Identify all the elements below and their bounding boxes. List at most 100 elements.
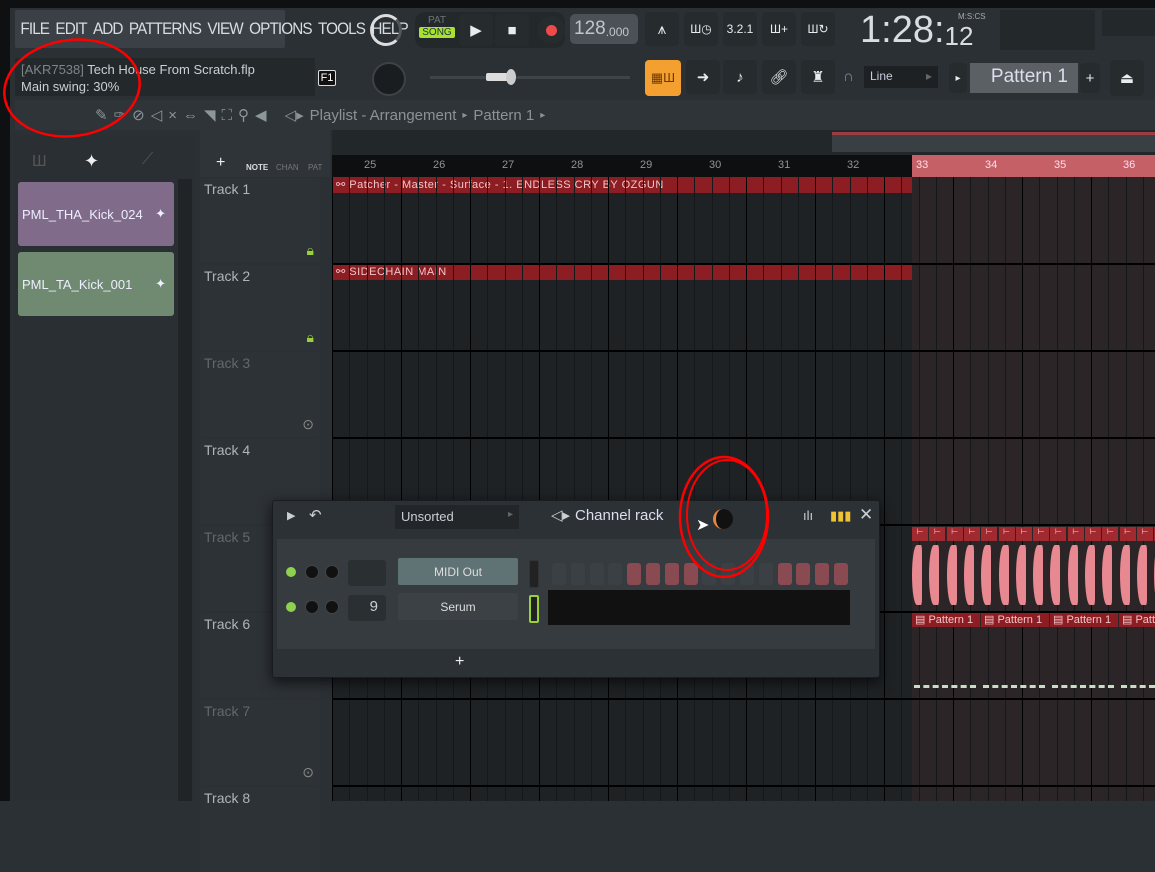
swing-knob[interactable]: [713, 509, 733, 529]
pattern-prev-button[interactable]: ▸: [949, 63, 967, 93]
audio-clip[interactable]: ⊢: [963, 527, 980, 541]
channel-select[interactable]: [529, 560, 539, 588]
pattern-clip[interactable]: ▤ Pattern 1: [912, 613, 980, 627]
playlist-grid[interactable]: ⚯ Patcher - Master - Surface - 1. ENDLES…: [332, 177, 1155, 801]
audio-clip[interactable]: ⊢: [1067, 527, 1084, 541]
mixer-track-number[interactable]: 9: [348, 595, 386, 621]
stop-button[interactable]: ■: [495, 14, 529, 46]
step-button[interactable]: [664, 563, 679, 585]
channel-volume-knob[interactable]: [305, 565, 319, 579]
overview-scrollbar[interactable]: [332, 130, 1155, 155]
audio-clip[interactable]: ⊢: [929, 527, 946, 541]
tempo-display[interactable]: 128.000: [570, 14, 638, 44]
graph-editor-icon[interactable]: ılı: [803, 508, 813, 523]
step-button[interactable]: [552, 563, 566, 585]
channel-mute-led[interactable]: [286, 567, 296, 577]
multilink-knob-button[interactable]: ♜: [801, 60, 835, 94]
track-header[interactable]: Track 3 ⊙: [200, 352, 320, 437]
add-track-button[interactable]: +: [216, 154, 225, 172]
menu-options[interactable]: OPTIONS: [249, 19, 312, 39]
audio-clip[interactable]: ⊢: [1085, 527, 1101, 541]
menu-patterns[interactable]: PATTERNS: [129, 19, 202, 39]
track-header[interactable]: Track 1 🔒︎: [200, 178, 320, 263]
playlist-view-button[interactable]: ⏏: [1110, 60, 1144, 96]
channel-select[interactable]: [529, 595, 539, 623]
channel-mute-led[interactable]: [286, 602, 296, 612]
typing-keyboard-button[interactable]: ♪: [723, 60, 757, 94]
track-header[interactable]: Track 7 ⊙: [200, 700, 320, 785]
automation-tab-icon[interactable]: ⟋: [142, 151, 153, 169]
master-volume-knob[interactable]: [370, 14, 402, 46]
audio-clip[interactable]: ⊢: [1136, 527, 1153, 541]
step-button[interactable]: [815, 563, 830, 585]
picker-scrollbar[interactable]: [178, 179, 192, 801]
channel-button[interactable]: Serum: [398, 593, 518, 620]
pattern-tab-icon[interactable]: Ш: [32, 153, 47, 171]
tool-icons[interactable]: ✎✑⊘◁×⇔◥⛶⚲◀: [95, 106, 273, 124]
sample-clip[interactable]: PML_TA_Kick_001 ✦: [18, 252, 174, 316]
breadcrumb-pattern[interactable]: Pattern 1: [473, 107, 534, 124]
f1-help-button[interactable]: F1: [318, 70, 336, 86]
close-icon[interactable]: ✕: [859, 505, 873, 525]
undo-icon[interactable]: ↶: [309, 506, 322, 524]
play-button[interactable]: ▶: [459, 14, 493, 46]
master-pitch-slider[interactable]: [430, 69, 630, 85]
menu-add[interactable]: ADD: [93, 19, 124, 39]
step-button[interactable]: [758, 563, 773, 585]
playlist-mode-button[interactable]: ▦Ш: [645, 60, 681, 96]
step-button[interactable]: [721, 563, 736, 585]
pat-song-toggle[interactable]: PAT SONG: [419, 15, 455, 45]
pattern-select[interactable]: Pattern 1: [970, 63, 1078, 93]
add-channel-button[interactable]: +: [455, 653, 464, 671]
channel-volume-knob[interactable]: [305, 600, 319, 614]
audio-clip[interactable]: ⊢: [1119, 527, 1136, 541]
audio-clip[interactable]: ⊢: [1015, 527, 1032, 541]
step-button[interactable]: [777, 563, 792, 585]
audio-clip[interactable]: ⊢: [1102, 527, 1119, 541]
audio-clip[interactable]: ⊢: [946, 527, 963, 541]
step-button[interactable]: [608, 563, 623, 585]
sample-clip[interactable]: PML_THA_Kick_024 ✦: [18, 182, 174, 246]
add-pattern-button[interactable]: +: [1080, 63, 1100, 93]
menu-tools[interactable]: TOOLS: [318, 19, 366, 39]
tab-pat[interactable]: PAT: [308, 163, 322, 172]
audio-clip[interactable]: ⊢: [912, 527, 928, 541]
pattern-clip[interactable]: ▤ Pattern 1: [981, 613, 1049, 627]
menu-view[interactable]: VIEW: [207, 19, 243, 39]
step-button[interactable]: [740, 563, 754, 585]
step-button[interactable]: [702, 563, 717, 585]
channel-button[interactable]: MIDI Out: [398, 558, 518, 585]
pattern-clip[interactable]: ▤ Pattern 1: [1119, 613, 1155, 627]
menu-edit[interactable]: EDIT: [55, 19, 87, 39]
channel-pan-knob[interactable]: [325, 565, 339, 579]
step-button[interactable]: [589, 563, 604, 585]
channel-pan-knob[interactable]: [325, 600, 339, 614]
audio-clip[interactable]: ⊢: [1033, 527, 1050, 541]
audio-clip[interactable]: ⊢: [998, 527, 1015, 541]
step-button[interactable]: [834, 563, 848, 585]
menu-file[interactable]: FILE: [20, 19, 50, 39]
audio-tab-icon[interactable]: ✦: [84, 151, 99, 172]
metronome-button[interactable]: ⩚: [645, 12, 679, 46]
timeline-ruler[interactable]: 25 26 27 28 29 30 31 32 33 34 35 36: [332, 155, 1155, 177]
pattern-clip[interactable]: ▤ Pattern 1: [1050, 613, 1118, 627]
loop-record-button[interactable]: Ш↻: [801, 12, 835, 46]
step-edit-button[interactable]: Ш+: [762, 12, 796, 46]
step-button[interactable]: [570, 563, 585, 585]
filter-select[interactable]: Unsorted ▸: [395, 505, 519, 529]
tab-chan[interactable]: CHAN: [276, 163, 299, 172]
step-button[interactable]: [683, 563, 698, 585]
link-icon[interactable]: 🔗︎: [762, 60, 796, 94]
wait-input-button[interactable]: Ш◷: [684, 12, 718, 46]
piano-roll-preview[interactable]: [548, 590, 850, 625]
audio-clip[interactable]: ⊢: [981, 527, 998, 541]
main-pitch-knob[interactable]: [372, 62, 406, 96]
step-sequencer-icon[interactable]: ▮▮▮: [830, 508, 851, 524]
countdown-button[interactable]: 3.2.1: [723, 12, 757, 46]
track-header[interactable]: Track 2 🔒︎: [200, 265, 320, 350]
snap-select[interactable]: Line ▸: [864, 66, 938, 88]
step-button[interactable]: [627, 563, 642, 585]
tab-note[interactable]: NOTE: [246, 163, 268, 172]
step-button[interactable]: [646, 563, 660, 585]
track-header[interactable]: Track 8: [200, 787, 320, 872]
